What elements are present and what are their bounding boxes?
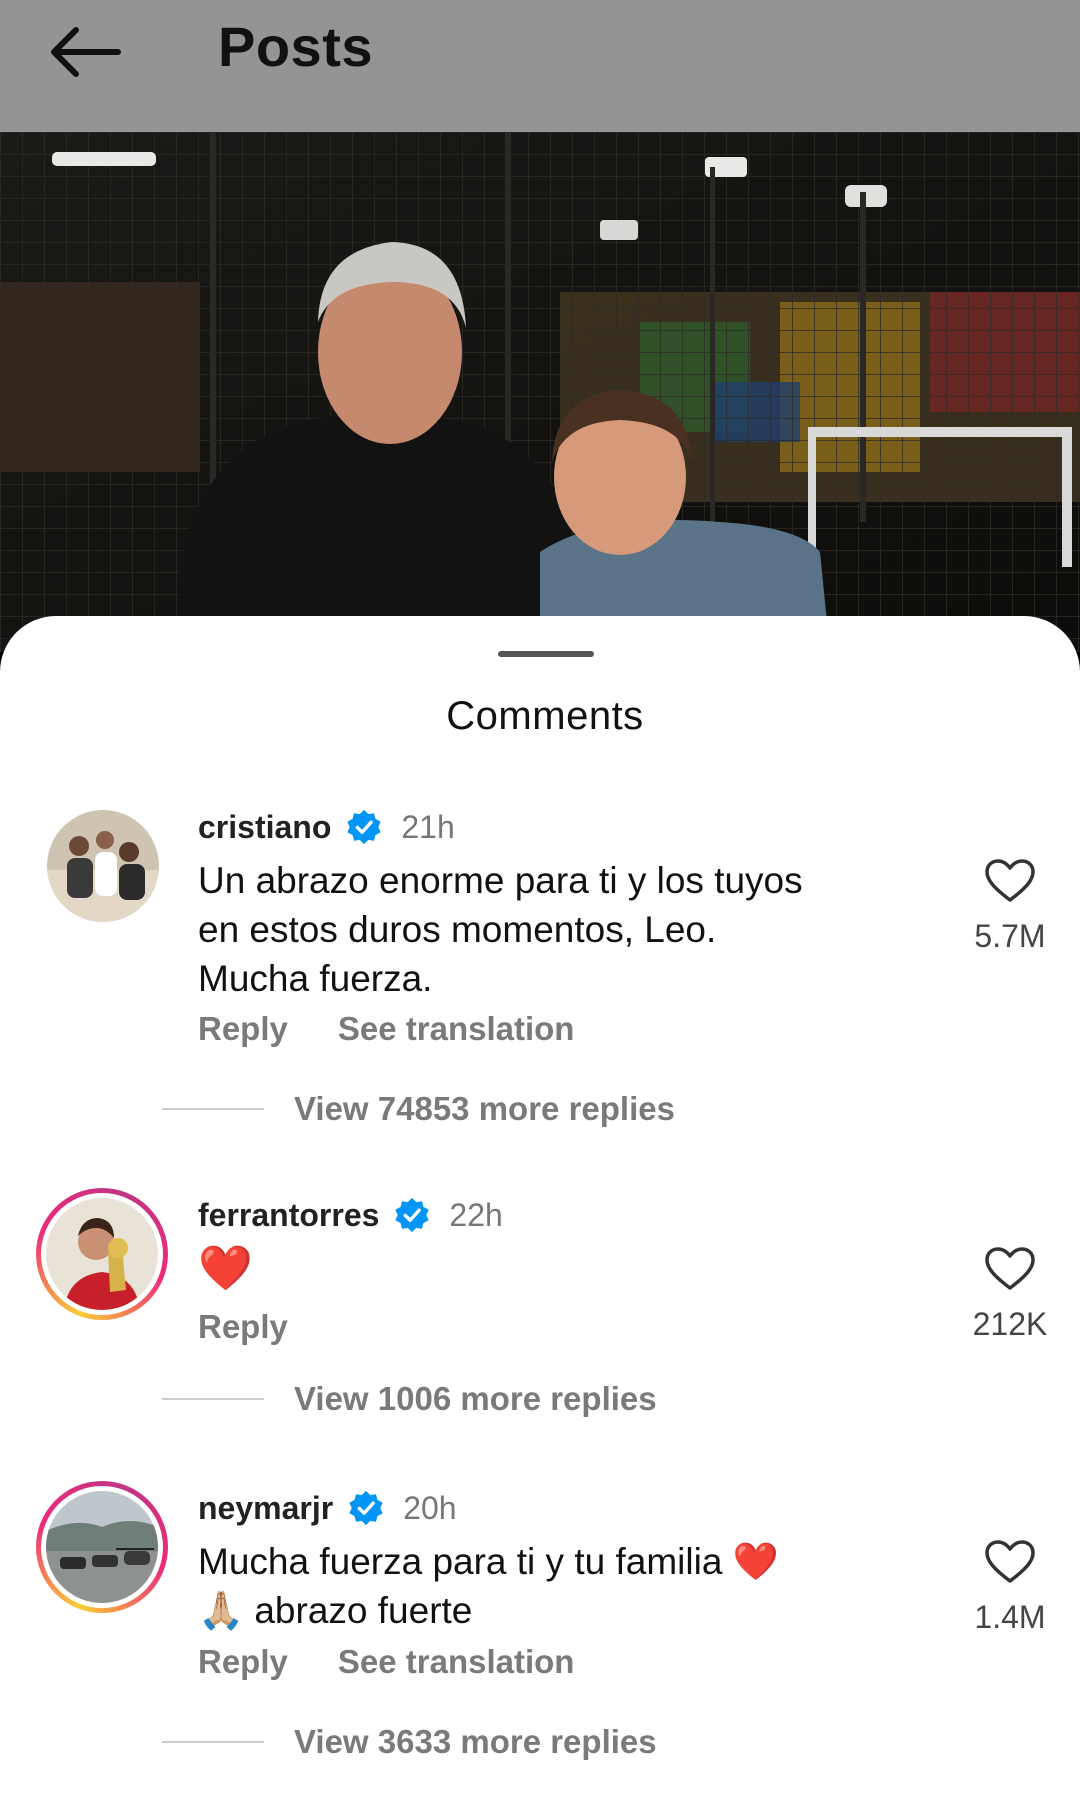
- comments-sheet: Comments cristiano 21h Un abrazo enorme …: [0, 616, 1080, 1799]
- username[interactable]: cristiano: [198, 809, 331, 846]
- divider-line: [162, 1741, 264, 1743]
- sheet-title: Comments: [446, 694, 644, 738]
- divider-line: [162, 1398, 264, 1400]
- avatar[interactable]: [36, 1481, 168, 1613]
- comment-line: en estos duros momentos, Leo.: [198, 909, 717, 950]
- timestamp: 21h: [401, 808, 455, 845]
- heart-icon[interactable]: [984, 1246, 1036, 1292]
- page-title: Posts: [218, 15, 373, 78]
- timestamp: 22h: [449, 1196, 503, 1233]
- comment-text: Mucha fuerza para ti y tu familia ❤️ 🙏🏼 …: [198, 1537, 938, 1635]
- comment-text: ❤️: [198, 1244, 938, 1295]
- comment-line: Un abrazo enorme para ti y los tuyos: [198, 860, 803, 901]
- view-replies-button[interactable]: View 3633 more replies: [294, 1723, 657, 1761]
- username[interactable]: neymarjr: [198, 1490, 333, 1527]
- view-replies-button[interactable]: View 74853 more replies: [294, 1090, 675, 1128]
- avatar[interactable]: [47, 810, 159, 922]
- comment-line: 🙏🏼 abrazo fuerte: [198, 1590, 473, 1631]
- post-photo: [0, 132, 1080, 652]
- like-count: 1.4M: [974, 1599, 1046, 1635]
- heart-emoji: ❤️: [198, 1244, 253, 1293]
- comment-text: Un abrazo enorme para ti y los tuyos en …: [198, 856, 938, 1003]
- verified-badge-icon: [349, 1490, 383, 1526]
- reply-button[interactable]: Reply: [198, 1308, 288, 1346]
- timestamp: 20h: [403, 1489, 457, 1526]
- heart-icon[interactable]: [984, 1539, 1036, 1585]
- see-translation-button[interactable]: See translation: [338, 1010, 575, 1048]
- top-bar: Posts: [0, 0, 1080, 132]
- username[interactable]: ferrantorres: [198, 1197, 379, 1234]
- comment-line: Mucha fuerza para ti y tu familia ❤️: [198, 1541, 779, 1582]
- arrow-left-icon[interactable]: [46, 22, 122, 82]
- divider-line: [162, 1108, 264, 1110]
- comment-line: Mucha fuerza.: [198, 958, 433, 999]
- see-translation-button[interactable]: See translation: [338, 1643, 575, 1681]
- like-count: 5.7M: [974, 918, 1046, 954]
- heart-icon[interactable]: [984, 858, 1036, 904]
- reply-button[interactable]: Reply: [198, 1643, 288, 1681]
- reply-button[interactable]: Reply: [198, 1010, 288, 1048]
- view-replies-button[interactable]: View 1006 more replies: [294, 1380, 657, 1418]
- verified-badge-icon: [395, 1197, 430, 1233]
- avatar[interactable]: [36, 1188, 168, 1320]
- like-count: 212K: [972, 1306, 1048, 1342]
- verified-badge-icon: [347, 809, 381, 845]
- drag-handle[interactable]: [498, 651, 594, 657]
